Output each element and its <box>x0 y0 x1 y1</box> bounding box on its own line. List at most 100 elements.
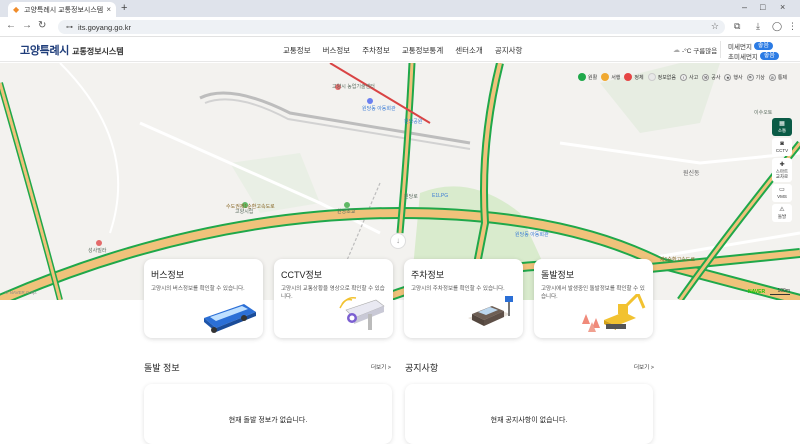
nav-traffic-stats[interactable]: 교통정보통계 <box>402 45 443 56</box>
traffic-legend: 원활 서행 정체 정보없음 ! 사고 ⚒ 공사 ★ 행사 ☂ 기상 ⊘ 통제 <box>578 73 787 81</box>
minimize-button[interactable]: – <box>742 2 747 12</box>
parked-car-icon <box>468 296 513 326</box>
map-label: E1LPG <box>432 193 449 199</box>
card-title: 버스정보 <box>151 270 185 280</box>
nav-notice[interactable]: 공지사항 <box>495 45 523 56</box>
new-tab-button[interactable]: + <box>121 2 127 14</box>
map-copyright: © NAVER Corp. <box>5 290 37 295</box>
side-menu-incident[interactable]: ⚠ 돌발 <box>772 204 792 222</box>
weather-icon: ☂ <box>746 73 754 81</box>
control-icon: ⊘ <box>768 73 776 81</box>
fine-dust-status: 미세먼지 좋음 <box>728 41 773 51</box>
download-icon[interactable]: ⤓ <box>756 21 760 32</box>
map-label: 원당초교 <box>337 209 356 215</box>
bookmark-star-icon[interactable]: ☆ <box>711 21 719 32</box>
incident-section-title: 돌발 정보 <box>144 363 180 373</box>
map-label: 원당동 아동회관 <box>515 232 549 238</box>
card-title: 주차정보 <box>411 270 445 280</box>
weather-text: -°C 구름많음 <box>682 48 718 55</box>
address-bar[interactable]: ⊶ its.goyang.go.kr ☆ <box>58 20 725 34</box>
header-divider <box>720 41 721 58</box>
profile-icon[interactable]: ◯ <box>772 21 782 32</box>
cctv-camera-icon <box>339 296 385 330</box>
notice-more-link[interactable]: 더보기 > <box>634 363 654 371</box>
legend-item-slow: 서행 <box>601 73 620 81</box>
notice-section-title: 공지사항 <box>405 363 439 373</box>
cctv-icon: ◙ <box>780 141 784 147</box>
card-desc: 고양시의 주차정보를 확인할 수 있습니다. <box>411 286 505 292</box>
incident-panel: 현재 돌발 정보가 없습니다. <box>144 384 392 444</box>
legend-item-construction[interactable]: ⚒ 공사 <box>702 73 720 81</box>
legend-item-control[interactable]: ⊘ 통제 <box>768 73 787 81</box>
nav-traffic-info[interactable]: 교통정보 <box>283 45 311 56</box>
main-nav: 교통정보 버스정보 주차정보 교통정보통계 센터소개 공지사항 <box>283 45 522 56</box>
back-icon[interactable]: ← <box>6 20 16 31</box>
fine-dust-badge: 좋음 <box>753 42 773 50</box>
accident-icon: ! <box>680 73 688 81</box>
site-favicon-icon: ◆ <box>13 5 20 14</box>
scroll-down-icon[interactable]: ↓ <box>390 233 406 249</box>
intersection-icon: ✚ <box>779 161 785 168</box>
nav-bus-info[interactable]: 버스정보 <box>323 45 351 56</box>
nav-parking-info[interactable]: 주차정보 <box>362 45 390 56</box>
bus-icon <box>204 304 256 333</box>
logo-brand: 고양특례시 <box>20 45 70 57</box>
incident-more-link[interactable]: 더보기 > <box>371 363 391 371</box>
highway-label: 수도권제1순환고속도로 <box>226 204 275 210</box>
side-menu-vms[interactable]: ▭ VMS <box>772 184 792 202</box>
bus-info-card[interactable]: 버스정보 고양시의 버스정보를 확인할 수 있습니다. <box>144 259 263 338</box>
notice-empty-message: 현재 공지사항이 없습니다. <box>490 417 568 424</box>
side-menu-traffic[interactable]: ▦ 소통 <box>772 118 792 136</box>
legend-item-smooth: 원활 <box>578 73 597 81</box>
forward-icon[interactable]: → <box>22 20 32 31</box>
maximize-button[interactable]: □ <box>760 2 765 12</box>
info-cards: 버스정보 고양시의 버스정보를 확인할 수 있습니다. CCTV정보 고양시의 … <box>144 259 653 338</box>
map-label: 이수오토 <box>754 110 773 116</box>
map-label: 성사빌라 <box>88 248 107 254</box>
excavator-icon <box>582 294 646 332</box>
map-label: 원당로 <box>404 194 418 200</box>
legend-item-weather[interactable]: ☂ 기상 <box>746 73 765 81</box>
ultrafine-dust-status: 초미세먼지 좋음 <box>728 51 779 61</box>
menu-icon[interactable]: ⋮ <box>788 21 797 32</box>
side-menu-cctv[interactable]: ◙ CCTV <box>772 138 792 156</box>
legend-item-congested: 정체 <box>624 73 644 81</box>
legend-item-event[interactable]: ★ 행사 <box>724 73 743 81</box>
map-label: 원당공원 <box>404 119 423 125</box>
ultrafine-dust-label: 초미세먼지 <box>728 54 758 61</box>
extensions-icon[interactable]: ⧉ <box>734 21 740 32</box>
close-window-button[interactable]: × <box>780 2 785 12</box>
notice-panel: 현재 공지사항이 없습니다. <box>405 384 653 444</box>
logo-system-name: 교통정보시스템 <box>72 47 124 56</box>
map-side-menu: ▦ 소통 ◙ CCTV ✚ 스마트 교차로 ▭ VMS ⚠ 돌발 <box>772 118 792 222</box>
map-label: 고양시 농업기술센터 <box>332 84 375 90</box>
browser-tabstrip: ◆ 고양특례시 교통정보시스템 × + – □ × <box>0 0 800 17</box>
card-title: CCTV정보 <box>281 270 323 280</box>
tab-title: 고양특례시 교통정보시스템 <box>24 6 104 14</box>
traffic-grid-icon: ▦ <box>779 120 785 127</box>
legend-item-accident[interactable]: ! 사고 <box>680 73 698 81</box>
legend-item-no-info: 정보없음 <box>647 73 676 81</box>
map-scale: 100m <box>770 288 790 295</box>
cloud-icon: ☁ <box>673 47 680 54</box>
url-text: its.goyang.go.kr <box>78 22 131 32</box>
naver-logo: NAVER <box>748 289 766 295</box>
incident-info-card[interactable]: 돌발정보 고양시에서 발생중인 돌발정보를 확인할 수 있습니다. <box>534 259 653 338</box>
side-menu-smart-intersection[interactable]: ✚ 스마트 교차로 <box>772 158 792 182</box>
parking-info-card[interactable]: 주차정보 고양시의 주차정보를 확인할 수 있습니다. <box>404 259 523 338</box>
ultrafine-dust-badge: 좋음 <box>759 52 779 60</box>
browser-toolbar: ← → ↻ ⊶ its.goyang.go.kr ☆ ⧉ ⤓ ◯ ⋮ <box>0 17 800 37</box>
browser-tab[interactable]: ◆ 고양특례시 교통정보시스템 × <box>8 2 116 17</box>
card-title: 돌발정보 <box>541 270 575 280</box>
cctv-info-card[interactable]: CCTV정보 고양시의 교통상황을 영상으로 확인할 수 있습니다. <box>274 259 393 338</box>
weather-widget: ☁ -°C 구름많음 <box>673 45 717 55</box>
site-info-icon[interactable]: ⊶ <box>66 23 73 31</box>
event-icon: ★ <box>724 73 732 81</box>
reload-icon[interactable]: ↻ <box>38 20 46 31</box>
tab-close-icon[interactable]: × <box>106 5 111 14</box>
nav-center-intro[interactable]: 센터소개 <box>455 45 483 56</box>
highway-label: 제1순환고속도로 <box>660 257 695 263</box>
incident-empty-message: 현재 돌발 정보가 없습니다. <box>228 417 308 424</box>
site-logo[interactable]: 고양특례시 교통정보시스템 <box>20 42 124 58</box>
card-desc: 고양시의 버스정보를 확인할 수 있습니다. <box>151 286 245 292</box>
